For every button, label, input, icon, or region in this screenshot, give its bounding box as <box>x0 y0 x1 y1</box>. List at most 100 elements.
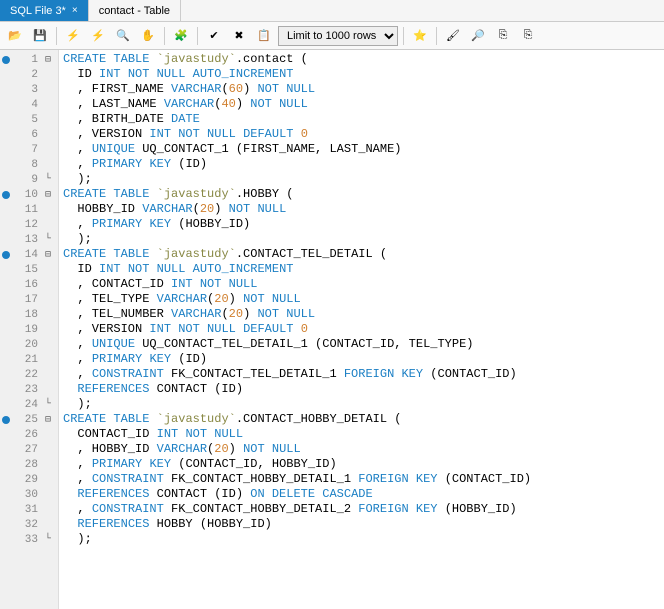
gutter-row[interactable]: 20 <box>0 337 58 352</box>
code-line[interactable]: , LAST_NAME VARCHAR(40) NOT NULL <box>63 97 664 112</box>
code-line[interactable]: CREATE TABLE `javastudy`.HOBBY ( <box>63 187 664 202</box>
tab-sql-file[interactable]: SQL File 3* × <box>0 0 89 21</box>
rollback-button[interactable]: ✖ <box>228 25 250 47</box>
code-line[interactable]: REFERENCES HOBBY (HOBBY_ID) <box>63 517 664 532</box>
gutter-row[interactable]: 31 <box>0 502 58 517</box>
gutter-row[interactable]: 3 <box>0 82 58 97</box>
gutter-row[interactable]: 11 <box>0 202 58 217</box>
code-line[interactable]: , PRIMARY KEY (HOBBY_ID) <box>63 217 664 232</box>
code-line[interactable]: CREATE TABLE `javastudy`.CONTACT_TEL_DET… <box>63 247 664 262</box>
breakpoint-marker[interactable] <box>2 191 10 199</box>
fold-toggle[interactable]: └ <box>42 234 54 245</box>
code-line[interactable]: , PRIMARY KEY (CONTACT_ID, HOBBY_ID) <box>63 457 664 472</box>
fold-toggle[interactable]: ⊟ <box>42 54 54 66</box>
gutter-row[interactable]: 24└ <box>0 397 58 412</box>
gutter-row[interactable]: 10⊟ <box>0 187 58 202</box>
search-button[interactable]: 🔎 <box>467 25 489 47</box>
gutter-row[interactable]: 5 <box>0 112 58 127</box>
token: ); <box>63 232 92 246</box>
code-area[interactable]: CREATE TABLE `javastudy`.contact ( ID IN… <box>59 50 664 609</box>
breakpoint-marker[interactable] <box>2 416 10 424</box>
code-line[interactable]: HOBBY_ID VARCHAR(20) NOT NULL <box>63 202 664 217</box>
beautify-button[interactable]: ⭐ <box>409 25 431 47</box>
close-icon[interactable]: × <box>72 5 78 16</box>
gutter-row[interactable]: 21 <box>0 352 58 367</box>
gutter-row[interactable]: 16 <box>0 277 58 292</box>
gutter-row[interactable]: 19 <box>0 322 58 337</box>
gutter-row[interactable]: 8 <box>0 157 58 172</box>
breakpoint-marker[interactable] <box>2 56 10 64</box>
code-line[interactable]: CREATE TABLE `javastudy`.CONTACT_HOBBY_D… <box>63 412 664 427</box>
gutter-row[interactable]: 15 <box>0 262 58 277</box>
panel2-button[interactable]: ⎘ <box>517 25 539 47</box>
toggle-button[interactable]: 🧩 <box>170 25 192 47</box>
code-line[interactable]: , PRIMARY KEY (ID) <box>63 352 664 367</box>
gutter-row[interactable]: 14⊟ <box>0 247 58 262</box>
fold-toggle[interactable]: └ <box>42 399 54 410</box>
gutter-row[interactable]: 33└ <box>0 532 58 547</box>
execute-script-button[interactable]: ⚡ <box>87 25 109 47</box>
code-line[interactable]: , CONSTRAINT FK_CONTACT_HOBBY_DETAIL_1 F… <box>63 472 664 487</box>
autocommit-button[interactable]: 📋 <box>253 25 275 47</box>
gutter-row[interactable]: 9└ <box>0 172 58 187</box>
code-line[interactable]: , TEL_TYPE VARCHAR(20) NOT NULL <box>63 292 664 307</box>
gutter-row[interactable]: 22 <box>0 367 58 382</box>
breakpoint-marker[interactable] <box>2 251 10 259</box>
gutter-row[interactable]: 32 <box>0 517 58 532</box>
fold-toggle[interactable]: ⊟ <box>42 249 54 261</box>
commit-button[interactable]: ✔ <box>203 25 225 47</box>
gutter-row[interactable]: 2 <box>0 67 58 82</box>
gutter-row[interactable]: 7 <box>0 142 58 157</box>
gutter-row[interactable]: 27 <box>0 442 58 457</box>
code-line[interactable]: REFERENCES CONTACT (ID) <box>63 382 664 397</box>
gutter-row[interactable]: 1⊟ <box>0 52 58 67</box>
gutter-row[interactable]: 18 <box>0 307 58 322</box>
sql-editor[interactable]: 1⊟23456789└10⊟111213└14⊟1516171819202122… <box>0 50 664 609</box>
code-line[interactable]: , FIRST_NAME VARCHAR(60) NOT NULL <box>63 82 664 97</box>
code-line[interactable]: , CONSTRAINT FK_CONTACT_TEL_DETAIL_1 FOR… <box>63 367 664 382</box>
gutter-row[interactable]: 17 <box>0 292 58 307</box>
fold-toggle[interactable]: └ <box>42 534 54 545</box>
code-line[interactable]: , CONSTRAINT FK_CONTACT_HOBBY_DETAIL_2 F… <box>63 502 664 517</box>
gutter-row[interactable]: 6 <box>0 127 58 142</box>
stop-button[interactable]: ✋ <box>137 25 159 47</box>
code-line[interactable]: CONTACT_ID INT NOT NULL <box>63 427 664 442</box>
brush-button[interactable]: 🖌 <box>442 25 464 47</box>
code-line[interactable]: ID INT NOT NULL AUTO_INCREMENT <box>63 262 664 277</box>
code-line[interactable]: , VERSION INT NOT NULL DEFAULT 0 <box>63 322 664 337</box>
code-line[interactable]: ID INT NOT NULL AUTO_INCREMENT <box>63 67 664 82</box>
gutter-row[interactable]: 26 <box>0 427 58 442</box>
gutter-row[interactable]: 23 <box>0 382 58 397</box>
code-line[interactable]: , CONTACT_ID INT NOT NULL <box>63 277 664 292</box>
code-line[interactable]: , BIRTH_DATE DATE <box>63 112 664 127</box>
code-line[interactable]: ); <box>63 532 664 547</box>
execute-button[interactable]: ⚡ <box>62 25 84 47</box>
gutter-row[interactable]: 25⊟ <box>0 412 58 427</box>
gutter-row[interactable]: 29 <box>0 472 58 487</box>
gutter-row[interactable]: 30 <box>0 487 58 502</box>
code-line[interactable]: CREATE TABLE `javastudy`.contact ( <box>63 52 664 67</box>
code-line[interactable]: ); <box>63 397 664 412</box>
code-line[interactable]: , VERSION INT NOT NULL DEFAULT 0 <box>63 127 664 142</box>
save-button[interactable]: 💾 <box>29 25 51 47</box>
code-line[interactable]: , UNIQUE UQ_CONTACT_TEL_DETAIL_1 (CONTAC… <box>63 337 664 352</box>
fold-toggle[interactable]: └ <box>42 174 54 185</box>
gutter-row[interactable]: 28 <box>0 457 58 472</box>
gutter-row[interactable]: 4 <box>0 97 58 112</box>
gutter-row[interactable]: 12 <box>0 217 58 232</box>
code-line[interactable]: ); <box>63 232 664 247</box>
code-line[interactable]: , HOBBY_ID VARCHAR(20) NOT NULL <box>63 442 664 457</box>
code-line[interactable]: ); <box>63 172 664 187</box>
fold-toggle[interactable]: ⊟ <box>42 414 54 426</box>
open-button[interactable]: 📂 <box>4 25 26 47</box>
code-line[interactable]: , TEL_NUMBER VARCHAR(20) NOT NULL <box>63 307 664 322</box>
fold-toggle[interactable]: ⊟ <box>42 189 54 201</box>
tab-contact-table[interactable]: contact - Table <box>89 0 181 21</box>
code-line[interactable]: , UNIQUE UQ_CONTACT_1 (FIRST_NAME, LAST_… <box>63 142 664 157</box>
code-line[interactable]: REFERENCES CONTACT (ID) ON DELETE CASCAD… <box>63 487 664 502</box>
gutter-row[interactable]: 13└ <box>0 232 58 247</box>
explain-button[interactable]: 🔍 <box>112 25 134 47</box>
limit-rows-select[interactable]: Limit to 1000 rows <box>278 26 398 46</box>
code-line[interactable]: , PRIMARY KEY (ID) <box>63 157 664 172</box>
panel1-button[interactable]: ⎘ <box>492 25 514 47</box>
